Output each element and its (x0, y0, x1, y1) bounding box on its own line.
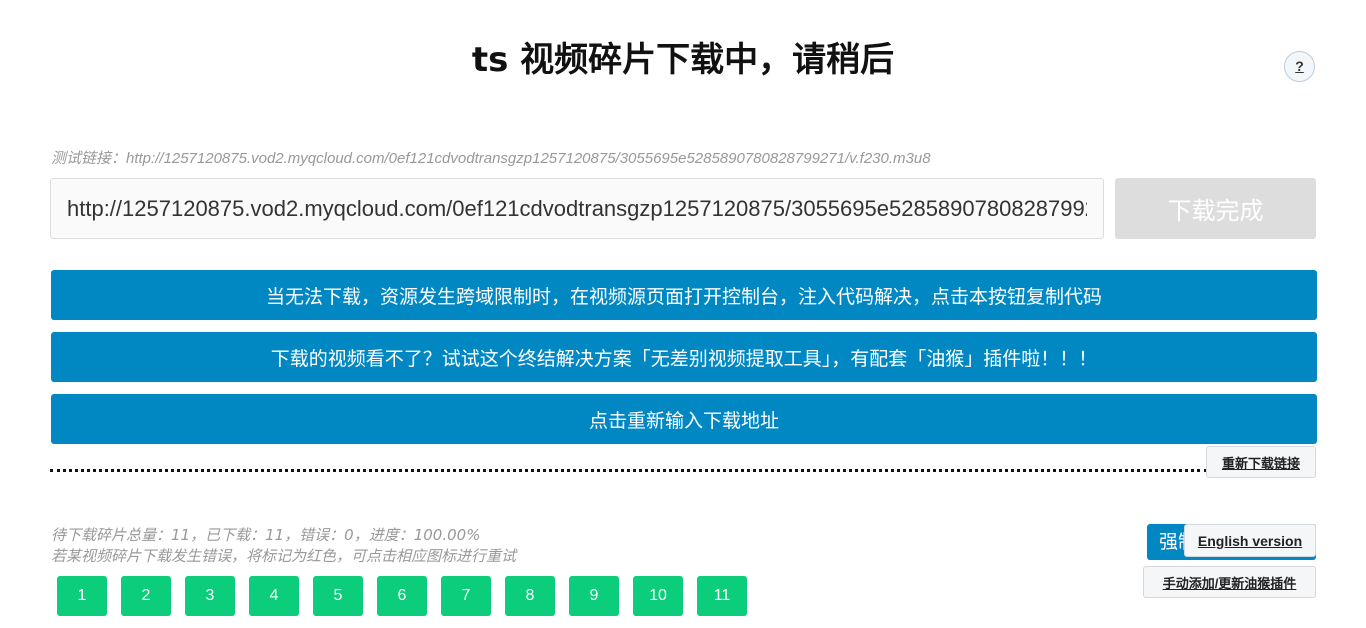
divider (50, 469, 1207, 472)
copy-code-button[interactable]: 当无法下载，资源发生跨域限制时，在视频源页面打开控制台，注入代码解决，点击本按钮… (51, 270, 1317, 320)
segment-button[interactable]: 11 (697, 576, 747, 616)
segment-button[interactable]: 9 (569, 576, 619, 616)
page-title: ts 视频碎片下载中，请稍后 (471, 40, 895, 80)
segment-button[interactable]: 7 (441, 576, 491, 616)
reenter-url-button[interactable]: 点击重新输入下载地址 (51, 394, 1317, 444)
status-summary: 待下载碎片总量：11，已下载：11，错误：0，进度：100.00% (51, 526, 481, 544)
relink-button[interactable]: 重新下载链接 (1206, 446, 1316, 478)
test-link: 测试链接：http://1257120875.vod2.myqcloud.com… (51, 150, 931, 167)
segment-button[interactable]: 5 (313, 576, 363, 616)
english-version-button[interactable]: English version (1184, 524, 1316, 557)
segment-button[interactable]: 3 (185, 576, 235, 616)
segment-button[interactable]: 6 (377, 576, 427, 616)
status-hint: 若某视频碎片下载发生错误，将标记为红色，可点击相应图标进行重试 (51, 547, 517, 565)
download-button[interactable]: 下载完成 (1115, 178, 1316, 239)
help-button[interactable]: ? (1284, 51, 1315, 82)
status: 待下载碎片总量：11，已下载：11，错误：0，进度：100.00% 若某视频碎片… (51, 525, 516, 567)
url-input[interactable] (50, 178, 1104, 239)
segment-button[interactable]: 4 (249, 576, 299, 616)
segment-list: 1 2 3 4 5 6 7 8 9 10 11 (57, 576, 747, 616)
segment-button[interactable]: 10 (633, 576, 683, 616)
extract-tool-button[interactable]: 下载的视频看不了？试试这个终结解决方案「无差别视频提取工具」，有配套「油猴」插件… (51, 332, 1317, 382)
segment-button[interactable]: 2 (121, 576, 171, 616)
manual-plugin-button[interactable]: 手动添加/更新油猴插件 (1143, 566, 1316, 598)
segment-button[interactable]: 8 (505, 576, 555, 616)
segment-button[interactable]: 1 (57, 576, 107, 616)
